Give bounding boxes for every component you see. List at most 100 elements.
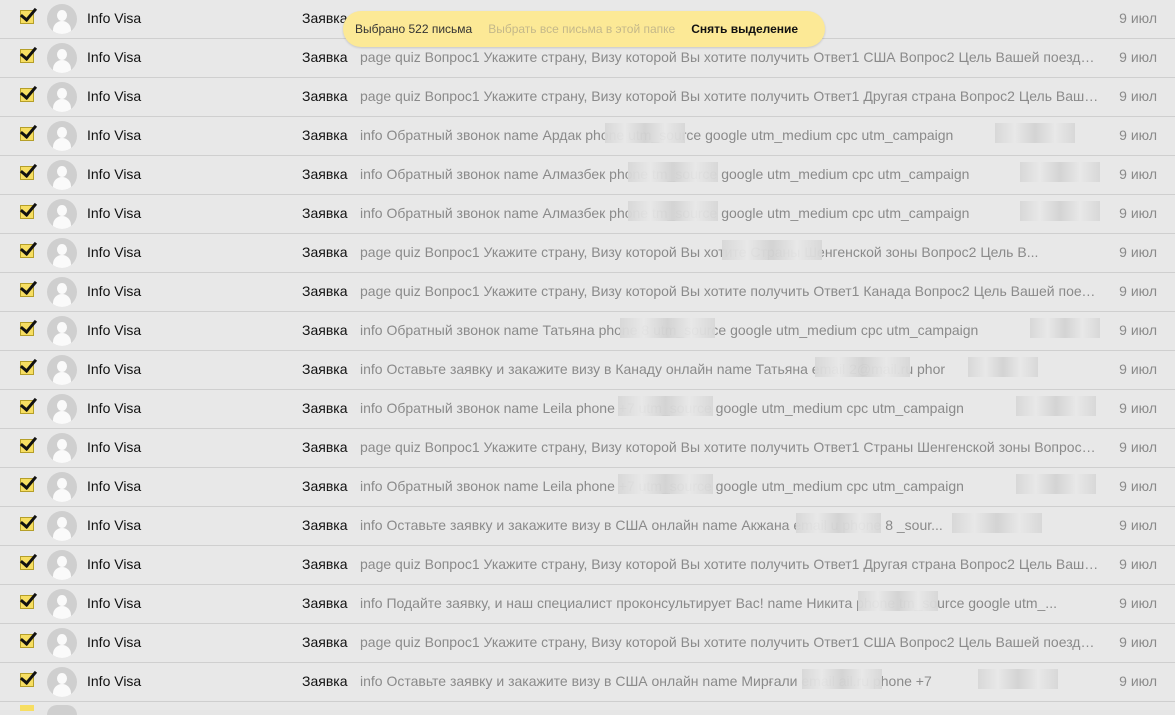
partial-message-row[interactable] xyxy=(0,702,1175,715)
message-row[interactable]: Info Visa Заявка info Подайте заявку, и на… xyxy=(0,585,1175,624)
message-row[interactable]: Info Visa Заявка page quiz Вопрос1 Укажите… xyxy=(0,546,1175,585)
avatar-head xyxy=(57,283,67,294)
avatar xyxy=(47,238,77,268)
subject: Заявка xyxy=(302,517,348,533)
sender-name: Info Visa xyxy=(87,322,142,338)
checkbox[interactable] xyxy=(20,205,34,219)
message-snippet: info Обратный звонок name Leila phone +7… xyxy=(360,400,964,416)
avatar-body xyxy=(53,567,71,580)
message-row[interactable]: Info Visa Заявка info Обратный звонок name… xyxy=(0,468,1175,507)
checkbox[interactable] xyxy=(20,361,34,375)
message-row[interactable]: Info Visa Заявка info Оставьте заявку и за… xyxy=(0,507,1175,546)
checkbox[interactable] xyxy=(20,439,34,453)
message-row[interactable]: Info Visa Заявка page quiz Вопрос1 Укажите… xyxy=(0,429,1175,468)
message-date: 9 июл xyxy=(1119,88,1157,104)
avatar-body xyxy=(53,21,71,34)
checkbox[interactable] xyxy=(20,322,34,336)
checkbox[interactable] xyxy=(20,595,34,609)
message-row[interactable]: Info Visa Заявка info Обратный звонок name… xyxy=(0,195,1175,234)
subject: Заявка xyxy=(302,127,348,143)
avatar xyxy=(47,43,77,73)
message-row[interactable]: Info Visa Заявка info Обратный звонок name… xyxy=(0,117,1175,156)
avatar-body xyxy=(53,606,71,619)
checkbox[interactable] xyxy=(20,283,34,297)
sender-name: Info Visa xyxy=(87,634,142,650)
avatar-body xyxy=(53,684,71,697)
avatar-body xyxy=(53,177,71,190)
message-date: 9 июл xyxy=(1119,439,1157,455)
message-date: 9 июл xyxy=(1119,283,1157,299)
message-snippet: page quiz Вопрос1 Укажите страну, Визу к… xyxy=(360,634,1100,650)
message-row[interactable]: Info Visa Заявка info Обратный звонок name… xyxy=(0,156,1175,195)
avatar xyxy=(47,472,77,502)
message-date: 9 июл xyxy=(1119,556,1157,572)
avatar-head xyxy=(57,517,67,528)
checkbox[interactable] xyxy=(20,634,34,648)
subject: Заявка xyxy=(302,439,348,455)
checkbox[interactable] xyxy=(20,517,34,531)
checkbox[interactable] xyxy=(20,673,34,687)
checkbox[interactable] xyxy=(20,10,34,24)
avatar xyxy=(47,355,77,385)
checkbox[interactable] xyxy=(20,127,34,141)
avatar xyxy=(47,82,77,112)
message-snippet: info Обратный звонок name Алмазбек phone… xyxy=(360,205,970,221)
checkbox[interactable] xyxy=(20,556,34,570)
message-snippet: page quiz Вопрос1 Укажите страну, Визу к… xyxy=(360,439,1100,455)
message-snippet: page quiz Вопрос1 Укажите страну, Визу к… xyxy=(360,88,1100,104)
subject: Заявка xyxy=(302,88,348,104)
message-date: 9 июл xyxy=(1119,49,1157,65)
checkbox[interactable] xyxy=(20,705,34,711)
sender-name: Info Visa xyxy=(87,556,142,572)
avatar-head xyxy=(57,205,67,216)
sender-name: Info Visa xyxy=(87,361,142,377)
message-row[interactable]: Info Visa Заявка page quiz Вопрос1 Укажите… xyxy=(0,78,1175,117)
message-date: 9 июл xyxy=(1119,361,1157,377)
checkbox[interactable] xyxy=(20,244,34,258)
redaction-blur xyxy=(952,513,1042,533)
sender-name: Info Visa xyxy=(87,673,142,689)
checkbox[interactable] xyxy=(20,88,34,102)
avatar-head xyxy=(57,361,67,372)
message-date: 9 июл xyxy=(1119,673,1157,689)
subject: Заявка xyxy=(302,595,348,611)
checkbox[interactable] xyxy=(20,400,34,414)
redaction-blur xyxy=(802,669,882,689)
message-date: 9 июл xyxy=(1119,400,1157,416)
redaction-blur xyxy=(628,201,718,221)
avatar-body xyxy=(53,645,71,658)
message-row[interactable]: Info Visa Заявка page quiz Вопрос1 Укажите… xyxy=(0,273,1175,312)
avatar-head xyxy=(57,10,67,21)
message-row[interactable]: Info Visa Заявка page quiz Вопрос1 Укажите… xyxy=(0,234,1175,273)
redaction-blur xyxy=(978,669,1058,689)
message-row[interactable]: Info Visa Заявка page quiz Вопрос1 Укажите… xyxy=(0,624,1175,663)
avatar-body xyxy=(53,99,71,112)
avatar xyxy=(47,433,77,463)
subject: Заявка xyxy=(302,322,348,338)
avatar-head xyxy=(57,478,67,489)
message-snippet: info Обратный звонок name Татьяна phone … xyxy=(360,322,979,338)
avatar xyxy=(47,394,77,424)
checkbox[interactable] xyxy=(20,478,34,492)
select-all-in-folder-link[interactable]: Выбрать все письма в этой папке xyxy=(488,22,675,36)
message-snippet: info Обратный звонок name Алмазбек phone… xyxy=(360,166,970,182)
avatar-head xyxy=(57,127,67,138)
subject: Заявка xyxy=(302,49,348,65)
message-snippet: info Обратный звонок name Ардак phone ut… xyxy=(360,127,954,143)
message-snippet: page quiz Вопрос1 Укажите страну, Визу к… xyxy=(360,49,1100,65)
avatar xyxy=(47,277,77,307)
subject: Заявка xyxy=(302,205,348,221)
message-row[interactable]: Info Visa Заявка info Оставьте заявку и за… xyxy=(0,663,1175,702)
avatar-body xyxy=(53,372,71,385)
clear-selection-link[interactable]: Снять выделение xyxy=(691,22,798,36)
message-date: 9 июл xyxy=(1119,127,1157,143)
message-row[interactable]: Info Visa Заявка info Оставьте заявку и за… xyxy=(0,351,1175,390)
checkbox[interactable] xyxy=(20,49,34,63)
message-date: 9 июл xyxy=(1119,634,1157,650)
message-row[interactable]: Info Visa Заявка info Обратный звонок name… xyxy=(0,390,1175,429)
avatar-body xyxy=(53,60,71,73)
sender-name: Info Visa xyxy=(87,478,142,494)
checkbox[interactable] xyxy=(20,166,34,180)
message-row[interactable]: Info Visa Заявка info Обратный звонок name… xyxy=(0,312,1175,351)
avatar-body xyxy=(53,528,71,541)
